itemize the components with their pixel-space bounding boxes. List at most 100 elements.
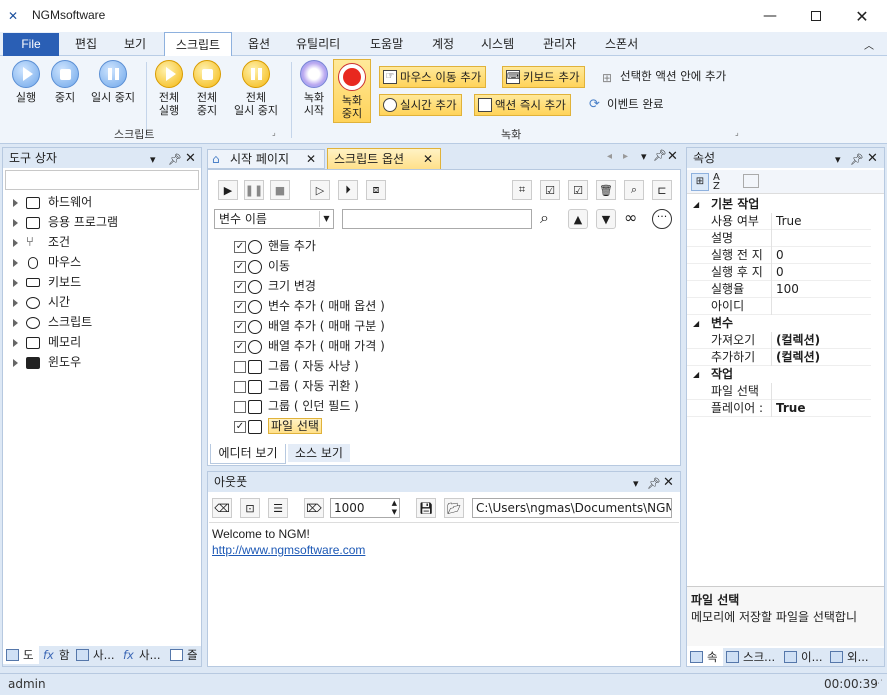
add-mouse-move-button[interactable]: ☞ 마우스 이동 추가: [379, 66, 487, 88]
property-value[interactable]: 0: [771, 247, 871, 264]
tree-item-condition[interactable]: ⑂ 조건: [13, 232, 70, 252]
property-category[interactable]: 작업: [687, 366, 871, 383]
tab-image[interactable]: 이...: [781, 648, 827, 666]
pin-icon[interactable]: 📌︎: [653, 149, 667, 162]
event-complete-button[interactable]: ⟳ 이벤트 완료: [587, 94, 664, 116]
tab-source-view[interactable]: 소스 보기: [288, 444, 350, 462]
collapse-ribbon-icon[interactable]: ︿: [864, 37, 874, 52]
more-icon[interactable]: ···: [652, 209, 672, 229]
property-row[interactable]: 실행율 100: [687, 281, 871, 298]
move-down-icon[interactable]: ▼: [596, 209, 616, 229]
action-item[interactable]: ✓ 배열 추가 ( 매매 가격 ): [234, 336, 385, 356]
action-checkbox[interactable]: [234, 380, 246, 393]
menu-account[interactable]: 계정: [426, 32, 460, 56]
check-all-icon[interactable]: ☑: [540, 180, 560, 200]
list-icon[interactable]: ☰: [268, 498, 288, 518]
sort-az-icon[interactable]: AZ: [713, 173, 720, 192]
run-button[interactable]: 실행: [10, 60, 42, 104]
property-row[interactable]: 사용 여부 True: [687, 213, 871, 230]
pause-button[interactable]: 일시 중지: [86, 60, 140, 104]
property-row[interactable]: 플레이어 : True: [687, 400, 871, 417]
tab-start-page[interactable]: ⌂ 시작 페이지 ✕: [207, 149, 325, 169]
scroll-left-icon[interactable]: ◂: [607, 151, 612, 162]
close-window-button[interactable]: ✕: [839, 0, 885, 32]
tab-toolbox[interactable]: 도: [3, 646, 39, 664]
action-checkbox[interactable]: ✓: [234, 260, 246, 273]
chart-icon[interactable]: ⌗: [512, 180, 532, 200]
action-checkbox[interactable]: ✓: [234, 300, 246, 313]
action-immediate-button[interactable]: 액션 즉시 추가: [474, 94, 571, 116]
search-icon[interactable]: ⌕: [540, 208, 549, 228]
tree-item-time[interactable]: 시간: [13, 292, 70, 312]
move-up-icon[interactable]: ▲: [568, 209, 588, 229]
maximize-button[interactable]: [793, 0, 839, 32]
variable-value-input[interactable]: [342, 209, 532, 229]
stop-icon[interactable]: ■: [270, 180, 290, 200]
action-item[interactable]: ✓ 배열 추가 ( 매매 구분 ): [234, 316, 385, 336]
menu-help[interactable]: 도움말: [364, 32, 409, 56]
tab-properties[interactable]: 속: [687, 648, 723, 666]
dialog-launcher-icon[interactable]: ⌟: [272, 128, 276, 137]
action-item[interactable]: ✓ 이동: [234, 256, 290, 276]
add-time-button[interactable]: 실시간 추가: [379, 94, 462, 116]
tab-user-function[interactable]: fx 사...: [119, 646, 167, 664]
close-icon[interactable]: ✕: [867, 149, 878, 169]
menu-script[interactable]: 스크립트: [164, 32, 232, 57]
add-keyboard-button[interactable]: ⌨ 키보드 추가: [502, 66, 585, 88]
menu-sponsor[interactable]: 스폰서: [599, 32, 644, 56]
action-item[interactable]: ✓ 크기 변경: [234, 276, 316, 296]
categorized-icon[interactable]: ⊞: [691, 173, 709, 191]
menu-options[interactable]: 옵션: [242, 32, 276, 56]
property-value[interactable]: [771, 383, 871, 400]
action-checkbox[interactable]: [234, 360, 246, 373]
tree-item-keyboard[interactable]: 키보드: [13, 272, 81, 292]
property-row[interactable]: 파일 선택: [687, 383, 871, 400]
filter-icon[interactable]: ⊡: [240, 498, 260, 518]
run-all-button[interactable]: 전체 실행: [153, 60, 185, 117]
menu-edit[interactable]: 편집: [69, 32, 103, 56]
toolbox-search-input[interactable]: [5, 170, 199, 190]
pin-icon[interactable]: 📌︎: [850, 150, 864, 170]
tree-item-hardware[interactable]: 하드웨어: [13, 192, 92, 212]
close-tab-icon[interactable]: ✕: [306, 150, 316, 168]
delete-icon[interactable]: 🗑︎: [596, 180, 616, 200]
close-icon[interactable]: ✕: [663, 473, 674, 493]
dialog-launcher-icon[interactable]: ⌟: [735, 128, 739, 137]
run-from-icon[interactable]: ⧈: [366, 180, 386, 200]
record-start-button[interactable]: 녹화 시작: [298, 60, 330, 117]
tree-icon[interactable]: ⊏: [652, 180, 672, 200]
tree-item-memory[interactable]: 메모리: [13, 332, 81, 352]
action-item[interactable]: ✓ 변수 추가 ( 매매 옵션 ): [234, 296, 385, 316]
eraser-icon[interactable]: ⌦: [304, 498, 324, 518]
property-category[interactable]: 기본 작업: [687, 196, 871, 213]
close-tab-icon[interactable]: ✕: [423, 149, 433, 169]
menu-system[interactable]: 시스템: [475, 32, 520, 56]
property-row[interactable]: 아이디: [687, 298, 871, 315]
tab-external[interactable]: 외...: [827, 648, 884, 666]
property-row[interactable]: 실행 전 지 0: [687, 247, 871, 264]
property-value[interactable]: (컬렉션): [771, 349, 871, 366]
search-icon[interactable]: ⌕: [624, 180, 644, 200]
property-value[interactable]: [771, 230, 871, 247]
close-icon[interactable]: ✕: [185, 149, 196, 169]
action-checkbox[interactable]: ✓: [234, 320, 246, 333]
property-row[interactable]: 추가하기 (컬렉션): [687, 349, 871, 366]
action-item[interactable]: ✓ 파일 선택: [234, 416, 322, 436]
log-path-field[interactable]: C:\Users\ngmas\Documents\NGM6\: [472, 498, 672, 518]
tab-script[interactable]: 스크...: [723, 648, 781, 666]
pause-all-button[interactable]: 전체 일시 중지: [228, 60, 284, 117]
property-value[interactable]: True: [771, 400, 871, 417]
action-checkbox[interactable]: ✓: [234, 340, 246, 353]
tab-list-icon[interactable]: ▾: [641, 150, 647, 163]
property-value[interactable]: 100: [771, 281, 871, 298]
action-checkbox[interactable]: [234, 400, 246, 413]
property-value[interactable]: (컬렉션): [771, 332, 871, 349]
log-count-stepper[interactable]: 1000 ▲ ▼: [330, 498, 400, 518]
dropdown-icon[interactable]: ▾: [835, 150, 841, 170]
save-icon[interactable]: 💾︎: [416, 498, 436, 518]
action-item[interactable]: 그룹 ( 인던 필드 ): [234, 396, 359, 416]
pin-icon[interactable]: 📌︎: [168, 150, 182, 170]
run-icon[interactable]: ▶: [218, 180, 238, 200]
stepper-icon[interactable]: ▲ ▼: [392, 499, 397, 517]
tree-item-script[interactable]: 스크립트: [13, 312, 92, 332]
